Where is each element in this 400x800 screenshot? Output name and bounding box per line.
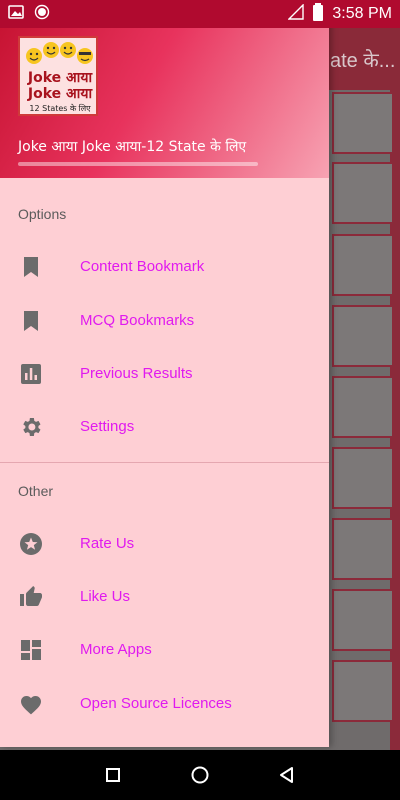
bookmark-icon bbox=[18, 254, 44, 280]
menu-item-label: MCQ Bookmarks bbox=[80, 312, 195, 329]
menu-item-rate-us[interactable]: Rate Us bbox=[0, 517, 329, 570]
logo-text-line2: Joke आया bbox=[27, 86, 93, 102]
section-divider bbox=[0, 462, 329, 463]
emoji-faces-icon bbox=[26, 42, 93, 64]
status-bar: 3:58 PM bbox=[0, 0, 400, 28]
menu-item-mcq-bookmarks[interactable]: MCQ Bookmarks bbox=[0, 294, 329, 347]
background-toolbar-title: ate के... bbox=[330, 50, 396, 72]
drawer-header-subtitle-clipped bbox=[18, 162, 258, 166]
star-icon bbox=[18, 531, 44, 557]
menu-item-label: Open Source Licences bbox=[80, 695, 232, 712]
background-card bbox=[332, 518, 392, 580]
square-icon bbox=[106, 768, 121, 782]
menu-item-label: Rate Us bbox=[80, 535, 135, 552]
thumbs-up-icon bbox=[18, 584, 44, 610]
status-time: 3:58 PM bbox=[332, 5, 392, 22]
background-card bbox=[332, 234, 392, 296]
menu-item-open-source-licences[interactable]: Open Source Licences bbox=[0, 677, 329, 730]
menu-item-label: Content Bookmark bbox=[80, 258, 205, 275]
menu-item-like-us[interactable]: Like Us bbox=[0, 570, 329, 623]
menu-item-previous-results[interactable]: Previous Results bbox=[0, 347, 329, 400]
bar-chart-icon bbox=[18, 361, 44, 387]
menu-item-more-apps[interactable]: More Apps bbox=[0, 623, 329, 676]
gear-icon bbox=[18, 414, 44, 440]
menu-item-label: Settings bbox=[80, 418, 135, 435]
dashboard-icon bbox=[18, 637, 44, 663]
heart-icon bbox=[18, 691, 44, 717]
signal-icon bbox=[287, 2, 305, 25]
menu-item-label: Like Us bbox=[80, 588, 131, 605]
circle-icon bbox=[191, 766, 209, 784]
home-button[interactable] bbox=[185, 760, 215, 790]
navigation-drawer: Joke आया Joke आया 12 States के लिए Joke … bbox=[0, 0, 329, 747]
bookmark-icon bbox=[18, 308, 44, 334]
section-label-options: Options bbox=[18, 206, 67, 222]
background-card bbox=[332, 162, 392, 224]
back-button[interactable] bbox=[272, 760, 302, 790]
recents-button[interactable] bbox=[98, 760, 128, 790]
section-label-other: Other bbox=[18, 483, 54, 499]
menu-item-label: Previous Results bbox=[80, 365, 193, 382]
app-logo[interactable]: Joke आया Joke आया 12 States के लिए bbox=[18, 36, 98, 116]
status-right-icons: 3:58 PM bbox=[287, 2, 392, 26]
menu-item-content-bookmark[interactable]: Content Bookmark bbox=[0, 240, 329, 293]
logo-text-line3: 12 States के लिए bbox=[29, 104, 91, 113]
drawer-header-title: Joke आया Joke आया-12 State के लिए bbox=[18, 139, 247, 155]
battery-icon bbox=[312, 2, 324, 26]
record-icon bbox=[34, 4, 50, 25]
background-card bbox=[332, 447, 392, 509]
background-card bbox=[332, 589, 392, 651]
image-icon bbox=[8, 4, 24, 25]
system-navigation-bar bbox=[0, 750, 400, 800]
menu-item-label: More Apps bbox=[80, 641, 152, 658]
menu-item-settings[interactable]: Settings bbox=[0, 400, 329, 453]
background-card bbox=[332, 660, 392, 722]
status-left-icons bbox=[8, 4, 50, 25]
background-card bbox=[332, 376, 392, 438]
background-card bbox=[332, 92, 392, 154]
background-card bbox=[332, 305, 392, 367]
back-triangle-icon bbox=[279, 767, 293, 783]
